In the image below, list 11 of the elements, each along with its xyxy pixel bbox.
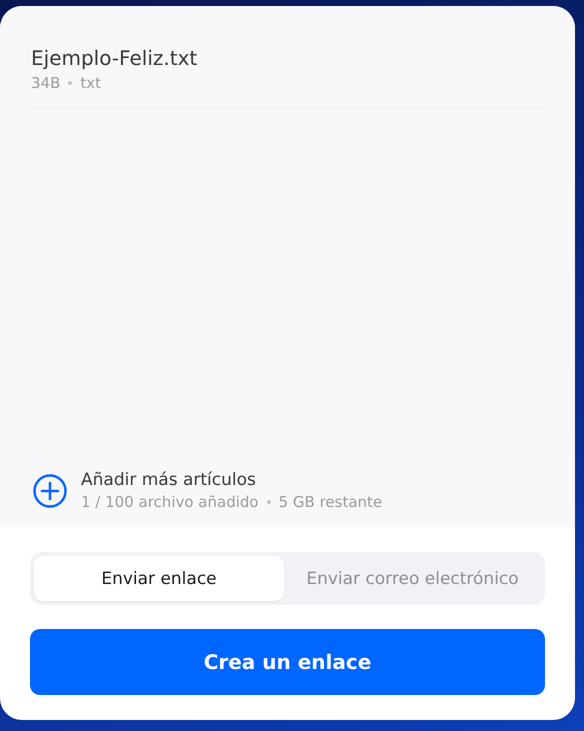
file-name: Ejemplo-Feliz.txt <box>31 46 198 70</box>
separator-dot <box>266 500 271 504</box>
upload-info: 5 GB restante <box>278 493 382 511</box>
add-icon[interactable] <box>32 472 68 508</box>
upload-info: 1 / 100 archivo añadido <box>81 493 259 511</box>
add-items-link[interactable]: Añadir más artículos <box>81 470 382 490</box>
file-info: 34B <box>31 74 60 92</box>
mode-tab[interactable]: Enviar enlace <box>34 556 284 601</box>
create-link-button[interactable]: Crea un enlace <box>30 629 545 695</box>
separator-dot <box>68 81 72 85</box>
file-info: txt <box>80 74 102 92</box>
